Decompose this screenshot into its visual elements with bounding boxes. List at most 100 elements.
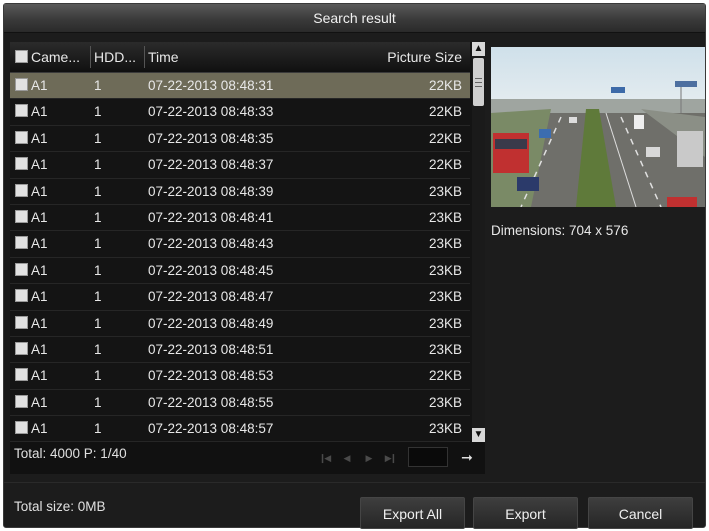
row-hdd: 1 [94,104,102,120]
first-page-icon[interactable]: ❙◀ [316,449,332,467]
pagination-bar: Total: 4000 P: 1/40 ❙◀ ◀ ▶ ▶❙ ➞ [10,442,485,474]
table-row[interactable]: A1 1 07-22-2013 08:48:53 22KB [10,363,470,390]
row-checkbox[interactable] [15,289,28,303]
header-camera[interactable]: Came... [15,42,80,72]
column-divider[interactable] [144,46,145,68]
row-checkbox[interactable] [15,78,28,91]
header-time[interactable]: Time [148,42,179,72]
row-hdd: 1 [94,209,102,225]
row-picture-size: 23KB [428,289,462,305]
row-time: 07-22-2013 08:48:45 [148,262,274,278]
row-time: 07-22-2013 08:48:55 [148,394,274,410]
chevron-up-icon[interactable]: ▲ [472,42,485,56]
row-picture-size: 23KB [428,421,462,437]
row-picture-size: 22KB [428,78,462,93]
row-picture-size: 23KB [428,262,462,278]
results-table: Came... HDD... Time Picture Size A1 1 07-2… [10,42,485,474]
header-picture-size[interactable]: Picture Size [387,42,462,72]
row-checkbox[interactable] [15,421,28,435]
next-page-icon[interactable]: ▶ [360,449,376,467]
row-time: 07-22-2013 08:48:33 [148,104,274,120]
row-checkbox[interactable] [15,341,28,355]
row-picture-size: 23KB [428,209,462,225]
highway-photo [491,47,705,207]
row-checkbox[interactable] [15,315,28,329]
row-time: 07-22-2013 08:48:37 [148,157,274,173]
row-camera: A1 [15,231,48,257]
row-time: 07-22-2013 08:48:51 [148,341,274,357]
table-row[interactable]: A1 1 07-22-2013 08:48:55 23KB [10,390,470,417]
table-row[interactable]: A1 1 07-22-2013 08:48:41 23KB [10,205,470,232]
row-picture-size: 22KB [428,157,462,173]
export-all-button[interactable]: Export All [360,497,465,529]
row-checkbox[interactable] [15,209,28,223]
row-hdd: 1 [94,368,102,384]
table-row[interactable]: A1 1 07-22-2013 08:48:49 23KB [10,311,470,337]
arrow-right-icon[interactable]: ➞ [456,447,478,467]
table-header: Came... HDD... Time Picture Size [10,42,470,73]
column-divider[interactable] [90,46,91,68]
row-picture-size: 22KB [428,130,462,146]
table-row[interactable]: A1 1 07-22-2013 08:48:35 22KB [10,126,470,153]
row-hdd: 1 [94,236,102,252]
row-camera: A1 [15,205,48,231]
row-picture-size: 23KB [428,394,462,410]
row-hdd: 1 [94,289,102,305]
row-hdd: 1 [94,78,102,93]
row-camera: A1 [15,152,48,178]
table-body: A1 1 07-22-2013 08:48:31 22KB A1 1 07-22-2013 … [10,73,470,443]
row-checkbox[interactable] [15,236,28,250]
scrollbar-thumb[interactable] [473,58,484,106]
row-camera: A1 [15,416,48,442]
table-row[interactable]: A1 1 07-22-2013 08:48:33 22KB [10,99,470,126]
row-hdd: 1 [94,130,102,146]
row-picture-size: 22KB [428,368,462,384]
table-row[interactable]: A1 1 07-22-2013 08:48:57 23KB [10,416,470,443]
image-dimensions: Dimensions: 704 x 576 [491,223,629,238]
select-all-checkbox[interactable] [15,50,28,63]
row-time: 07-22-2013 08:48:31 [148,78,274,93]
row-camera: A1 [15,258,48,284]
table-row[interactable]: A1 1 07-22-2013 08:48:39 23KB [10,179,470,205]
row-checkbox[interactable] [15,104,28,118]
cancel-button[interactable]: Cancel [588,497,693,529]
last-page-icon[interactable]: ▶❙ [382,449,398,467]
row-hdd: 1 [94,421,102,437]
total-size: Total size: 0MB [14,499,106,514]
table-row[interactable]: A1 1 07-22-2013 08:48:47 23KB [10,284,470,311]
row-camera: A1 [15,99,48,125]
table-row[interactable]: A1 1 07-22-2013 08:48:43 23KB [10,231,470,258]
row-checkbox[interactable] [15,157,28,171]
table-row[interactable]: A1 1 07-22-2013 08:48:45 23KB [10,258,470,285]
export-button[interactable]: Export [473,497,578,529]
row-time: 07-22-2013 08:48:53 [148,368,274,384]
row-hdd: 1 [94,183,102,199]
total-count: Total: 4000 P: 1/40 [14,446,127,461]
row-checkbox[interactable] [15,183,28,197]
row-camera: A1 [15,337,48,363]
grip-line [475,78,482,79]
row-hdd: 1 [94,262,102,278]
row-checkbox[interactable] [15,262,28,276]
search-result-dialog: Search result Came... HDD... Time Pictur… [3,3,706,529]
row-time: 07-22-2013 08:48:41 [148,209,274,225]
dialog-title: Search result [4,4,705,33]
table-scrollbar[interactable]: ▲ ▼ [472,42,485,442]
header-hdd[interactable]: HDD... [94,42,136,72]
prev-page-icon[interactable]: ◀ [338,449,354,467]
table-row[interactable]: A1 1 07-22-2013 08:48:37 22KB [10,152,470,179]
row-hdd: 1 [94,341,102,357]
table-row[interactable]: A1 1 07-22-2013 08:48:31 22KB [10,73,470,100]
row-time: 07-22-2013 08:48:57 [148,421,274,437]
row-checkbox[interactable] [15,368,28,382]
row-camera: A1 [15,390,48,416]
grip-line [475,86,482,87]
page-number-input[interactable] [408,447,448,467]
row-checkbox[interactable] [15,394,28,408]
page-nav: ❙◀ ◀ ▶ ▶❙ [316,449,404,467]
table-row[interactable]: A1 1 07-22-2013 08:48:51 23KB [10,337,470,364]
row-checkbox[interactable] [15,130,28,144]
row-picture-size: 23KB [428,341,462,357]
chevron-down-icon[interactable]: ▼ [472,428,485,442]
row-time: 07-22-2013 08:48:47 [148,289,274,305]
